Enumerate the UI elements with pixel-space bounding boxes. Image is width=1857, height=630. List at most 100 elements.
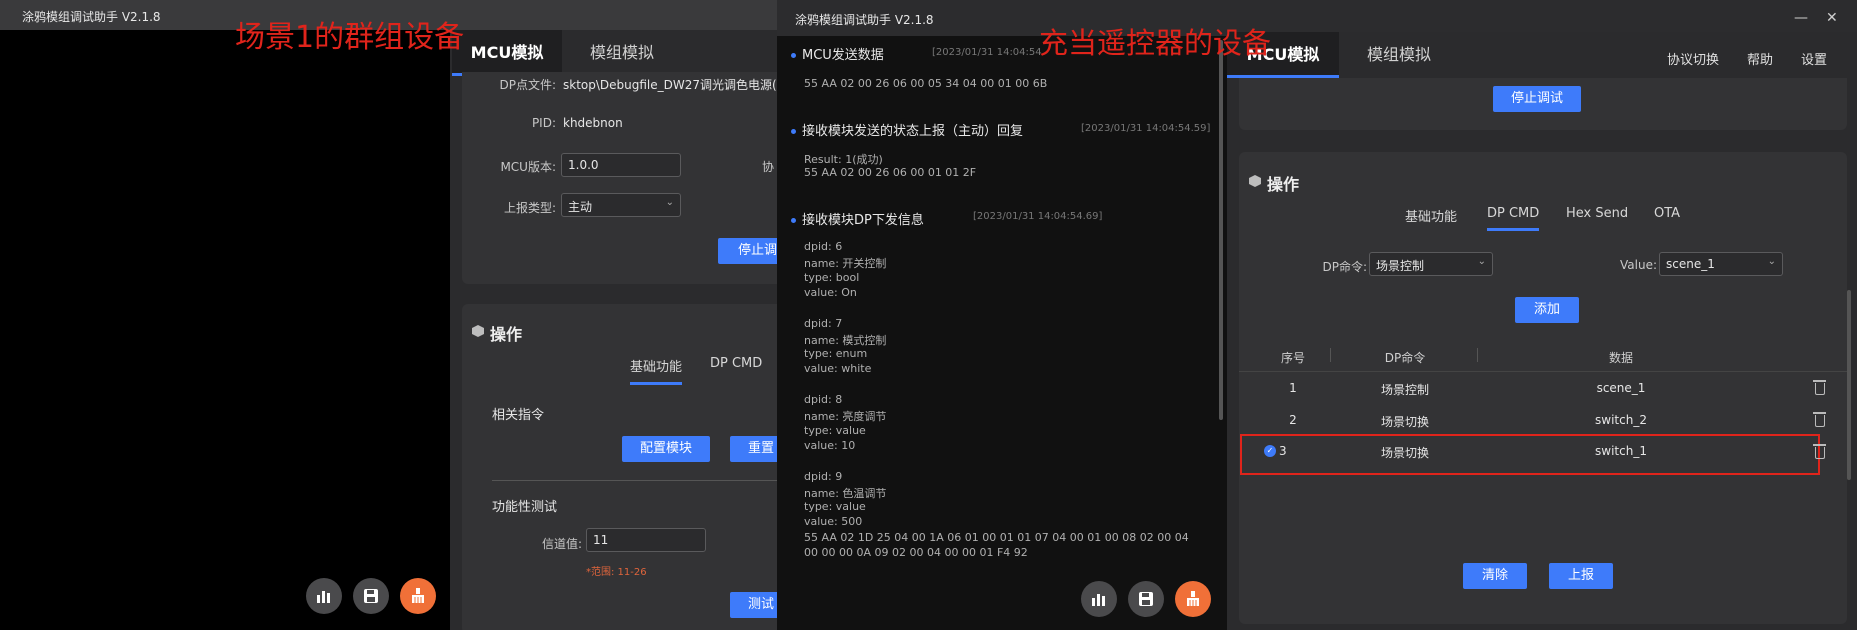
save-button[interactable]	[353, 578, 389, 614]
log-line: 00 00 00 0A 09 02 00 04 00 00 01 F4 92	[804, 546, 1028, 559]
row-1-cmd: 场景控制	[1380, 383, 1429, 397]
settings-link[interactable]: 设置	[1801, 49, 1827, 68]
window-log: 涂鸦模组调试助手 V2.1.8 MCU发送数据 [2023/01/31 14:0…	[777, 0, 1227, 630]
log-entry-1-time: [2023/01/31 14:04:54	[932, 47, 1042, 58]
subtab-dp-cmd[interactable]: DP CMD	[1487, 206, 1540, 231]
row-2-cmd: 场景切换	[1380, 415, 1429, 429]
scrollbar[interactable]	[1847, 290, 1851, 480]
log-entry-2-head: 接收模块发送的状态上报（主动）回复	[791, 120, 1023, 139]
log-line: dpid: 8	[804, 393, 843, 406]
stop-debug-button[interactable]: 停止调试	[1493, 86, 1581, 112]
black-panel	[0, 30, 450, 630]
mcu-version-input[interactable]: 1.0.0	[561, 153, 681, 177]
protocol-switch-link[interactable]: 协议切换	[1667, 49, 1719, 68]
window-title: 涂鸦模组调试助手 V2.1.8	[795, 13, 934, 27]
log-line: type: value	[804, 423, 866, 437]
log-entry-3-time: [2023/01/31 14:04:54.69]	[973, 211, 1103, 222]
channel-input[interactable]: 11	[586, 528, 706, 552]
log-line: dpid: 7	[804, 316, 843, 330]
tab-mcu-sim[interactable]: MCU模拟	[452, 30, 562, 76]
chart-button[interactable]	[1081, 581, 1117, 617]
chevron-down-icon: ⌄	[665, 197, 674, 208]
clear-button[interactable]: 清除	[1463, 563, 1527, 589]
log-line: name: 亮度调节	[804, 410, 887, 424]
log-line: value: 500	[804, 515, 863, 529]
broom-icon	[1187, 591, 1199, 606]
window-right: — ✕ MCU模拟 模组模拟 协议切换 帮助 设置 停止调试 操作 基础功能 D…	[1227, 0, 1857, 630]
subtab-dp-cmd[interactable]: DP CMD	[710, 356, 762, 371]
protocol-label: 协	[762, 160, 775, 174]
close-icon[interactable]: ✕	[1826, 10, 1838, 26]
add-button[interactable]: 添加	[1515, 297, 1579, 323]
col-header-data: 数据	[1608, 351, 1633, 365]
stop-debug-button[interactable]: 停止调	[718, 238, 777, 264]
divider	[1239, 371, 1847, 372]
subtab-basic[interactable]: 基础功能	[1405, 206, 1457, 225]
dp-cmd-select[interactable]: 场景控制 ⌄	[1369, 252, 1493, 276]
clean-button[interactable]	[400, 578, 436, 614]
report-type-label: 上报类型:	[503, 201, 556, 215]
pid-label: PID:	[531, 116, 556, 130]
minimize-icon[interactable]: —	[1794, 10, 1808, 26]
title-bar	[1227, 0, 1857, 36]
subtab-basic[interactable]: 基础功能	[630, 356, 683, 385]
log-line: name: 色温调节	[804, 486, 887, 500]
broom-icon	[412, 588, 424, 603]
log-line: type: value	[804, 500, 866, 514]
log-entry-2-time: [2023/01/31 14:04:54.59]	[1081, 123, 1211, 134]
log-line: dpid: 6	[804, 240, 843, 253]
value-select[interactable]: scene_1 ⌄	[1659, 252, 1783, 276]
log-line: 55 AA 02 00 26 06 00 01 01 2F	[804, 166, 977, 179]
log-line: Result: 1(成功)	[804, 153, 883, 166]
value-selected: scene_1	[1666, 257, 1715, 271]
log-line: value: white	[804, 362, 872, 376]
help-link[interactable]: 帮助	[1747, 49, 1773, 68]
row-2-no: 2	[1289, 413, 1297, 427]
log-entry-1-head: MCU发送数据	[791, 44, 884, 63]
row-1-no: 1	[1289, 381, 1297, 395]
check-icon[interactable]: ✓	[1264, 445, 1276, 457]
chevron-down-icon: ⌄	[1767, 256, 1776, 267]
col-header-dp-cmd: DP命令	[1384, 351, 1426, 365]
tab-module-sim[interactable]: 模组模拟	[1339, 32, 1459, 78]
annotation-left: 场景1的群组设备	[235, 20, 465, 55]
save-button[interactable]	[1128, 581, 1164, 617]
value-label: Value:	[1620, 258, 1657, 272]
annotation-right: 充当遥控器的设备	[1039, 26, 1272, 60]
floppy-icon	[1139, 592, 1153, 606]
trash-icon[interactable]	[1813, 412, 1826, 427]
tab-module-sim[interactable]: 模组模拟	[562, 30, 682, 76]
test-button[interactable]: 测试	[730, 592, 777, 618]
trash-icon[interactable]	[1813, 380, 1826, 395]
clean-button[interactable]	[1175, 581, 1211, 617]
scrollbar[interactable]	[1219, 40, 1223, 420]
col-header-no: 序号	[1280, 351, 1305, 365]
log-line: value: On	[804, 285, 857, 299]
floppy-icon	[364, 589, 378, 603]
chevron-down-icon: ⌄	[1477, 256, 1486, 267]
row-3-data: switch_1	[1595, 444, 1647, 458]
dp-cmd-value: 场景控制	[1376, 259, 1425, 273]
reset-button[interactable]: 重置	[730, 436, 777, 462]
pid-value: khdebnon	[563, 116, 623, 130]
mode-tabs: MCU模拟 模组模拟	[450, 30, 777, 76]
log-line: name: 模式控制	[804, 333, 887, 347]
report-button[interactable]: 上报	[1549, 563, 1613, 589]
operation-title: 操作	[1267, 175, 1300, 194]
row-3-no: 3	[1279, 444, 1287, 458]
log-line: name: 开关控制	[804, 257, 887, 271]
mcu-version-label: MCU版本:	[500, 160, 556, 174]
log-line: 55 AA 02 00 26 06 00 05 34 04 00 01 00 6…	[804, 77, 1048, 90]
report-type-select[interactable]: 主动 ⌄	[561, 193, 681, 217]
chart-button[interactable]	[306, 578, 342, 614]
subtab-ota[interactable]: OTA	[1654, 206, 1680, 221]
log-line: dpid: 9	[804, 469, 843, 483]
window-left: 涂鸦模组调试助手 V2.1.8 MCU模拟 模组模拟 DP点文件: sktop\…	[0, 0, 777, 630]
subtab-hex-send[interactable]: Hex Send	[1566, 206, 1628, 221]
trash-icon[interactable]	[1813, 444, 1826, 459]
log-line: value: 10	[804, 438, 856, 452]
log-line: type: enum	[804, 347, 868, 361]
config-module-button[interactable]: 配置模块	[622, 436, 710, 462]
dp-file-value: sktop\Debugfile_DW27调光调色电源(	[563, 78, 777, 92]
report-type-value: 主动	[568, 200, 593, 214]
